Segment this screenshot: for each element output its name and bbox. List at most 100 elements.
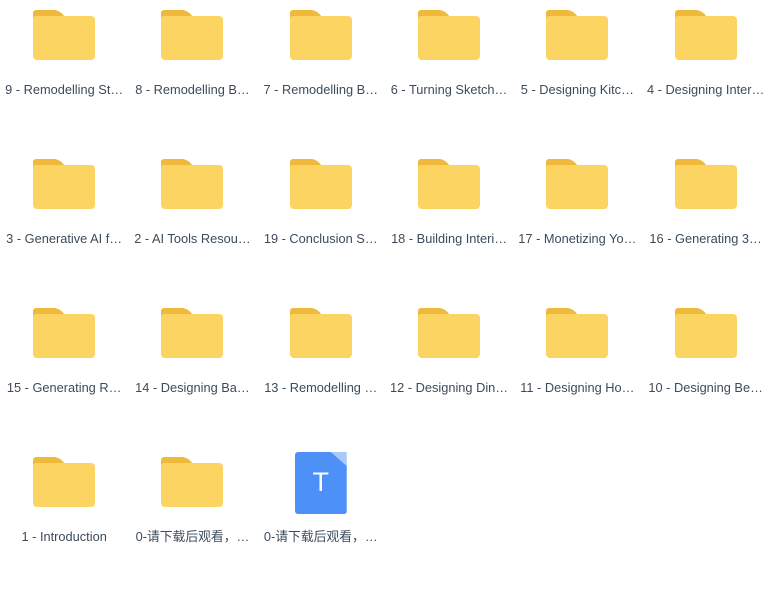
folder-icon xyxy=(418,10,481,60)
folder-item[interactable]: 17 - Monetizing Yo… xyxy=(513,149,641,298)
folder-icon xyxy=(674,10,737,60)
icon-container xyxy=(545,308,609,360)
folder-item[interactable]: 16 - Generating 3… xyxy=(641,149,769,298)
folder-body-shape xyxy=(674,314,737,358)
icon-container xyxy=(160,308,224,360)
file-item[interactable]: T 0-请下载后观看，… xyxy=(257,447,385,596)
file-label: 17 - Monetizing Yo… xyxy=(518,231,637,246)
icon-container xyxy=(417,159,481,211)
file-label: 7 - Remodelling B… xyxy=(263,82,378,97)
folder-item[interactable]: 13 - Remodelling … xyxy=(257,298,385,447)
folder-icon xyxy=(289,159,352,209)
folder-icon xyxy=(161,10,224,60)
icon-container xyxy=(674,308,738,360)
folder-body-shape xyxy=(33,165,96,209)
file-grid: 9 - Remodelling St… 8 - Remodelling B… 7 -… xyxy=(0,0,770,557)
folder-item[interactable]: 5 - Designing Kitc… xyxy=(513,0,641,149)
folder-icon xyxy=(289,10,352,60)
file-label: 10 - Designing Be… xyxy=(648,380,763,395)
file-label: 3 - Generative AI f… xyxy=(6,231,123,246)
icon-container xyxy=(32,10,96,62)
folder-body-shape xyxy=(289,165,352,209)
folder-icon xyxy=(161,308,224,358)
file-label: 11 - Designing Ho… xyxy=(520,380,635,395)
file-label: 16 - Generating 3… xyxy=(649,231,762,246)
folder-item[interactable]: 14 - Designing Ba… xyxy=(128,298,256,447)
folder-body-shape xyxy=(33,314,96,358)
folder-item[interactable]: 10 - Designing Be… xyxy=(641,298,769,447)
folder-item[interactable]: 8 - Remodelling B… xyxy=(128,0,256,149)
folder-item[interactable]: 6 - Turning Sketch… xyxy=(385,0,513,149)
folder-icon xyxy=(418,159,481,209)
file-label: 5 - Designing Kitc… xyxy=(520,82,634,97)
folder-body-shape xyxy=(289,314,352,358)
icon-container xyxy=(32,159,96,211)
folder-body-shape xyxy=(674,165,737,209)
folder-icon xyxy=(418,308,481,358)
folder-icon xyxy=(33,308,96,358)
icon-container xyxy=(289,159,353,211)
file-label: 2 - AI Tools Resou… xyxy=(134,231,251,246)
text-document-icon: T xyxy=(294,452,347,514)
file-label: 18 - Building Interi… xyxy=(391,231,508,246)
folder-icon xyxy=(33,159,96,209)
folder-item[interactable]: 2 - AI Tools Resou… xyxy=(128,149,256,298)
folder-body-shape xyxy=(33,463,96,507)
icon-container xyxy=(674,159,738,211)
folder-item[interactable]: 3 - Generative AI f… xyxy=(0,149,128,298)
folder-body-shape xyxy=(546,16,609,60)
folder-body-shape xyxy=(161,165,224,209)
folder-item[interactable]: 15 - Generating R… xyxy=(0,298,128,447)
file-label: 15 - Generating R… xyxy=(6,380,122,395)
icon-container xyxy=(160,457,224,509)
folder-item[interactable]: 9 - Remodelling St… xyxy=(0,0,128,149)
folder-item[interactable]: 12 - Designing Din… xyxy=(385,298,513,447)
folder-body-shape xyxy=(418,165,481,209)
icon-container xyxy=(545,159,609,211)
icon-container xyxy=(545,10,609,62)
folder-icon xyxy=(33,10,96,60)
folder-body-shape xyxy=(546,314,609,358)
icon-container xyxy=(289,308,353,360)
icon-container xyxy=(160,10,224,62)
folder-icon xyxy=(674,159,737,209)
folder-body-shape xyxy=(33,16,96,60)
folder-body-shape xyxy=(161,314,224,358)
file-label: 12 - Designing Din… xyxy=(390,380,509,395)
folder-item[interactable]: 7 - Remodelling B… xyxy=(257,0,385,149)
folder-body-shape xyxy=(289,16,352,60)
folder-item[interactable]: 18 - Building Interi… xyxy=(385,149,513,298)
folder-body-shape xyxy=(674,16,737,60)
file-label: 8 - Remodelling B… xyxy=(135,82,250,97)
icon-container xyxy=(417,10,481,62)
icon-container xyxy=(160,159,224,211)
folder-icon xyxy=(161,159,224,209)
folder-body-shape xyxy=(418,314,481,358)
file-label: 0-请下载后观看，… xyxy=(263,529,378,544)
file-label: 1 - Introduction xyxy=(21,529,107,544)
icon-container xyxy=(674,10,738,62)
folder-icon xyxy=(674,308,737,358)
folder-item[interactable]: 19 - Conclusion S… xyxy=(257,149,385,298)
icon-container xyxy=(417,308,481,360)
folder-body-shape xyxy=(161,16,224,60)
folder-icon xyxy=(546,10,609,60)
document-type-letter: T xyxy=(312,466,329,497)
folder-body-shape xyxy=(161,463,224,507)
folder-item[interactable]: 0-请下载后观看，… xyxy=(128,447,256,596)
folder-item[interactable]: 11 - Designing Ho… xyxy=(513,298,641,447)
folder-icon xyxy=(546,308,609,358)
folder-item[interactable]: 4 - Designing Inter… xyxy=(641,0,769,149)
folder-icon xyxy=(546,159,609,209)
folder-icon xyxy=(289,308,352,358)
folder-body-shape xyxy=(546,165,609,209)
file-label: 6 - Turning Sketch… xyxy=(390,82,508,97)
icon-container: T xyxy=(289,452,353,514)
folder-item[interactable]: 1 - Introduction xyxy=(0,447,128,596)
folder-body-shape xyxy=(418,16,481,60)
icon-container xyxy=(289,10,353,62)
file-label: 4 - Designing Inter… xyxy=(646,82,765,97)
file-label: 13 - Remodelling … xyxy=(264,380,378,395)
icon-container xyxy=(32,308,96,360)
folder-icon xyxy=(161,457,224,507)
